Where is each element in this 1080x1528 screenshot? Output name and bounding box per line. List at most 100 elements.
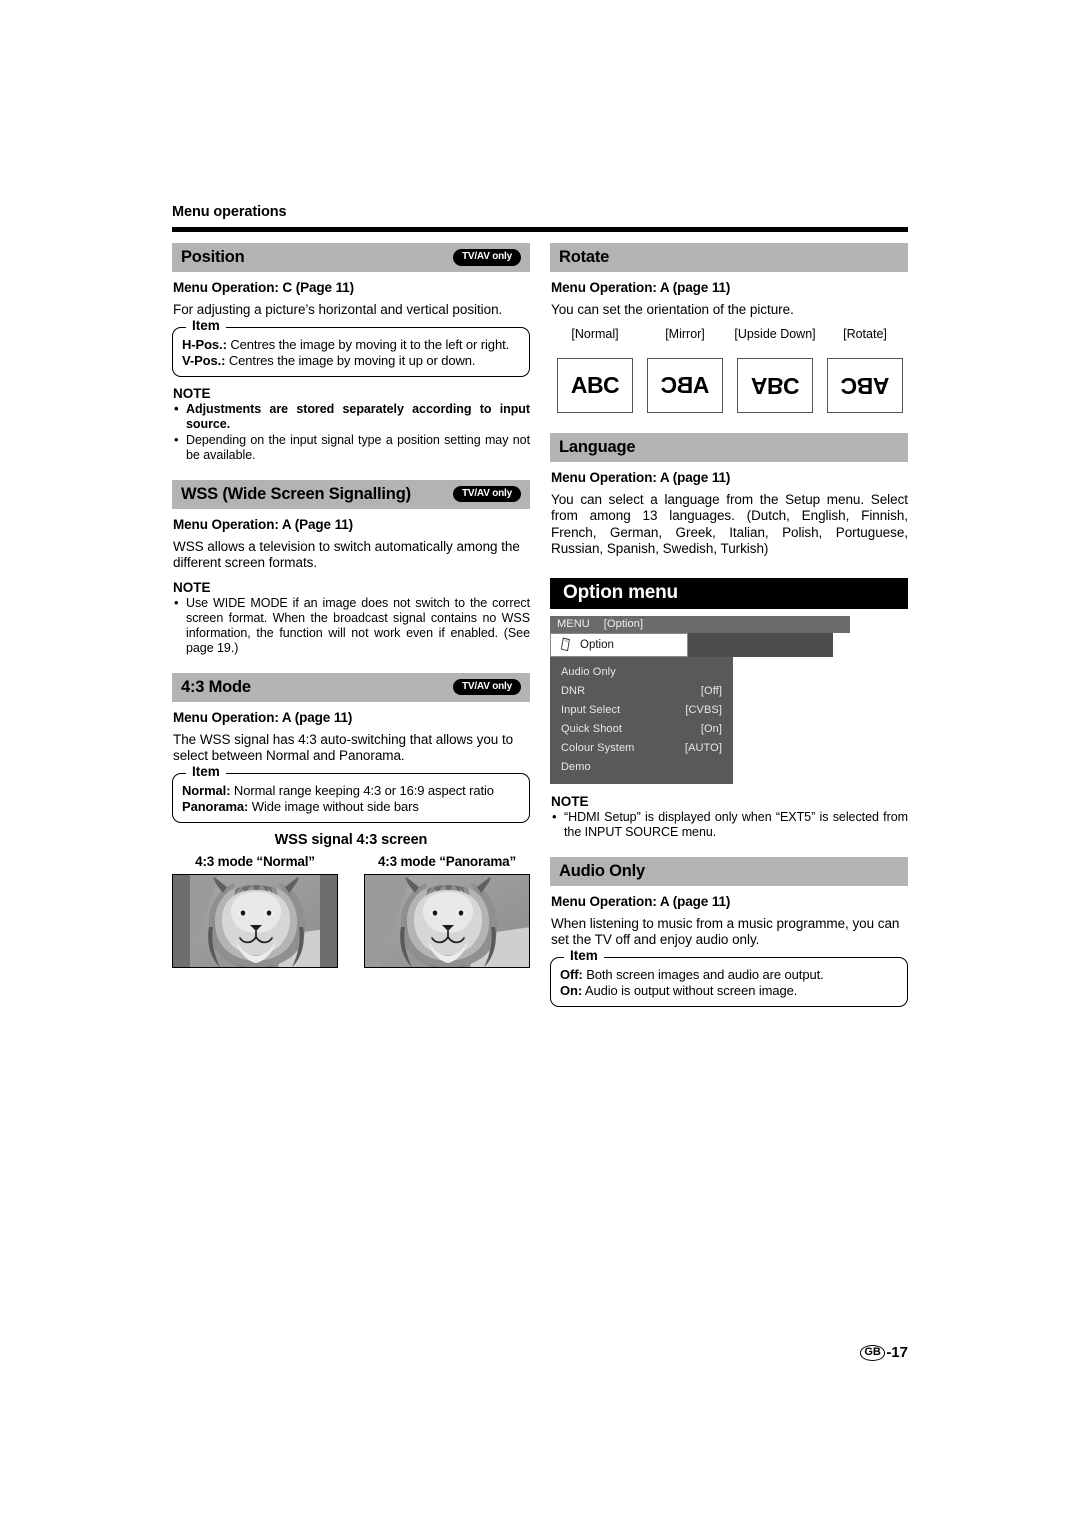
running-head: Menu operations — [172, 204, 287, 220]
orientation-sample-upside-down: ABC — [737, 357, 813, 413]
section-header-43mode: 4:3 Mode TV/AV only — [172, 672, 530, 702]
banner-title: Option menu — [563, 582, 678, 603]
figure-example-normal: 4:3 mode “Normal” — [172, 854, 338, 968]
item-definition: Audio is output without screen image. — [582, 982, 798, 998]
item-term: On: — [560, 982, 583, 998]
figure-example-panorama: 4:3 mode “Panorama” — [364, 854, 530, 968]
rotate-description: You can set the orientation of the pictu… — [551, 302, 794, 317]
osd-item-value: [AUTO] — [684, 742, 722, 754]
note-item: “HDMI Setup” is displayed only when “EXT… — [550, 809, 908, 840]
item-definition: Centres the image by moving it up or dow… — [225, 352, 476, 368]
lion-illustration — [365, 874, 529, 967]
item-definition: Both screen images and audio are output. — [582, 966, 824, 982]
side-bar-right — [320, 874, 337, 967]
right-column: Rotate Menu Operation: A (page 11) You c… — [550, 243, 908, 1016]
item-row: Normal: Normal range keeping 4:3 or 16:9… — [182, 783, 520, 799]
osd-list-item[interactable]: Colour System [AUTO] — [550, 739, 733, 758]
menu-operation-43mode: Menu Operation: A (page 11) — [173, 709, 353, 725]
osd-item-value: [Off] — [700, 685, 722, 697]
tv-av-only-badge: TV/AV only — [452, 678, 521, 696]
item-term: V-Pos.: — [182, 352, 226, 368]
tv-screen-panorama — [364, 873, 530, 968]
rotate-samples-row: ABC ABC ABC ABC — [550, 357, 908, 413]
orientation-sample-rotate: ABC — [827, 357, 903, 413]
section-header-wss: WSS (Wide Screen Signalling) TV/AV only — [172, 479, 530, 509]
lion-illustration — [173, 874, 337, 967]
item-term: Panorama: — [182, 798, 249, 814]
note-heading: NOTE — [551, 793, 589, 809]
note-list-wss: Use WIDE MODE if an image does not switc… — [172, 595, 530, 656]
wss-description: WSS allows a television to switch automa… — [173, 538, 520, 571]
section-title: Language — [559, 437, 636, 456]
item-row: Panorama: Wide image without side bars — [182, 799, 520, 815]
menu-operation-rotate: Menu Operation: A (page 11) — [551, 280, 731, 295]
tv-screen-normal — [172, 873, 338, 968]
item-box-43mode: Item Normal: Normal range keeping 4:3 or… — [172, 764, 530, 823]
two-column-layout: Position TV/AV only Menu Operation: C (P… — [172, 243, 908, 1016]
section-title: 4:3 Mode — [181, 677, 251, 696]
osd-list-item[interactable]: Audio Only — [550, 663, 733, 682]
item-box-legend: Item — [186, 764, 226, 778]
osd-item-value: [On] — [700, 723, 722, 735]
orientation-label: [Normal] — [571, 326, 619, 341]
item-term: H-Pos.: — [182, 336, 227, 352]
osd-menu-context: [Option] — [603, 618, 644, 630]
item-row: H-Pos.: Centres the image by moving it t… — [182, 337, 520, 353]
menu-operation-language: Menu Operation: A (page 11) — [551, 469, 731, 485]
item-box-legend: Item — [186, 318, 226, 332]
item-row: On: Audio is output without screen image… — [560, 983, 898, 999]
item-term: Off: — [560, 966, 583, 982]
position-description: For adjusting a picture’s horizontal and… — [173, 302, 503, 317]
osd-item-label: DNR — [561, 685, 586, 697]
tv-av-only-badge: TV/AV only — [452, 485, 521, 503]
orientation-label: [Upside Down] — [734, 326, 816, 341]
note-heading: NOTE — [173, 385, 211, 401]
osd-list-item[interactable]: Demo — [550, 758, 733, 777]
osd-item-list: Audio Only DNR [Off] Input Select [CVBS]… — [550, 656, 733, 784]
abc-text: ABC — [570, 371, 620, 398]
item-box-legend: Item — [564, 948, 604, 962]
orientation-label: [Mirror] — [665, 326, 705, 341]
osd-list-item[interactable]: Input Select [CVBS] — [550, 701, 733, 720]
side-bar-left — [173, 874, 190, 967]
osd-list-item[interactable]: DNR [Off] — [550, 682, 733, 701]
menu-operation-audio-only: Menu Operation: A (page 11) — [551, 893, 731, 909]
osd-tab-empty-area — [688, 632, 833, 657]
osd-tab-row: Option — [550, 632, 850, 657]
osd-option-menu: MENU [Option] Option Audio Only DNR [Off… — [550, 615, 850, 784]
note-list-position: Adjustments are stored separately accord… — [172, 401, 530, 463]
page-number: -17 — [886, 1344, 908, 1361]
item-term: Normal: — [182, 782, 231, 798]
osd-list-item[interactable]: Quick Shoot [On] — [550, 720, 733, 739]
osd-item-label: Quick Shoot — [561, 723, 623, 735]
section-title: Position — [181, 248, 245, 267]
menu-operation-position: Menu Operation: C (Page 11) — [173, 280, 355, 295]
orientation-sample-mirror: ABC — [647, 357, 723, 413]
note-item: Depending on the input signal type a pos… — [172, 432, 530, 463]
figure-title-wss-signal: WSS signal 4:3 screen — [274, 831, 428, 848]
osd-tab-option[interactable]: Option — [550, 632, 688, 657]
menu-operation-wss: Menu Operation: A (Page 11) — [173, 516, 354, 532]
orientation-sample-normal: ABC — [557, 357, 633, 413]
osd-item-label: Colour System — [561, 742, 635, 754]
item-definition: Wide image without side bars — [248, 798, 419, 814]
figure-caption: 4:3 mode “Normal” — [195, 853, 315, 869]
orientation-label: [Rotate] — [843, 326, 887, 341]
section-header-audio-only: Audio Only — [550, 856, 908, 886]
osd-menu-label: MENU — [557, 618, 590, 630]
note-list-option-menu: “HDMI Setup” is displayed only when “EXT… — [550, 809, 908, 840]
osd-item-label: Audio Only — [561, 666, 616, 678]
item-definition: Centres the image by moving it to the le… — [226, 336, 510, 352]
section-header-rotate: Rotate — [550, 243, 908, 272]
section-header-position: Position TV/AV only — [172, 243, 530, 272]
figure-caption: 4:3 mode “Panorama” — [378, 853, 516, 869]
section-title: Audio Only — [559, 861, 645, 880]
mode43-description: The WSS signal has 4:3 auto-switching th… — [173, 731, 514, 764]
banner-option-menu: Option menu — [550, 577, 908, 609]
item-row: Off: Both screen images and audio are ou… — [560, 967, 898, 983]
item-row: V-Pos.: Centres the image by moving it u… — [182, 353, 520, 369]
note-item: Use WIDE MODE if an image does not switc… — [172, 595, 530, 656]
item-definition: Normal range keeping 4:3 or 16:9 aspect … — [230, 782, 494, 798]
osd-title-bar: MENU [Option] — [550, 615, 850, 633]
abc-text: ABC — [660, 371, 710, 398]
